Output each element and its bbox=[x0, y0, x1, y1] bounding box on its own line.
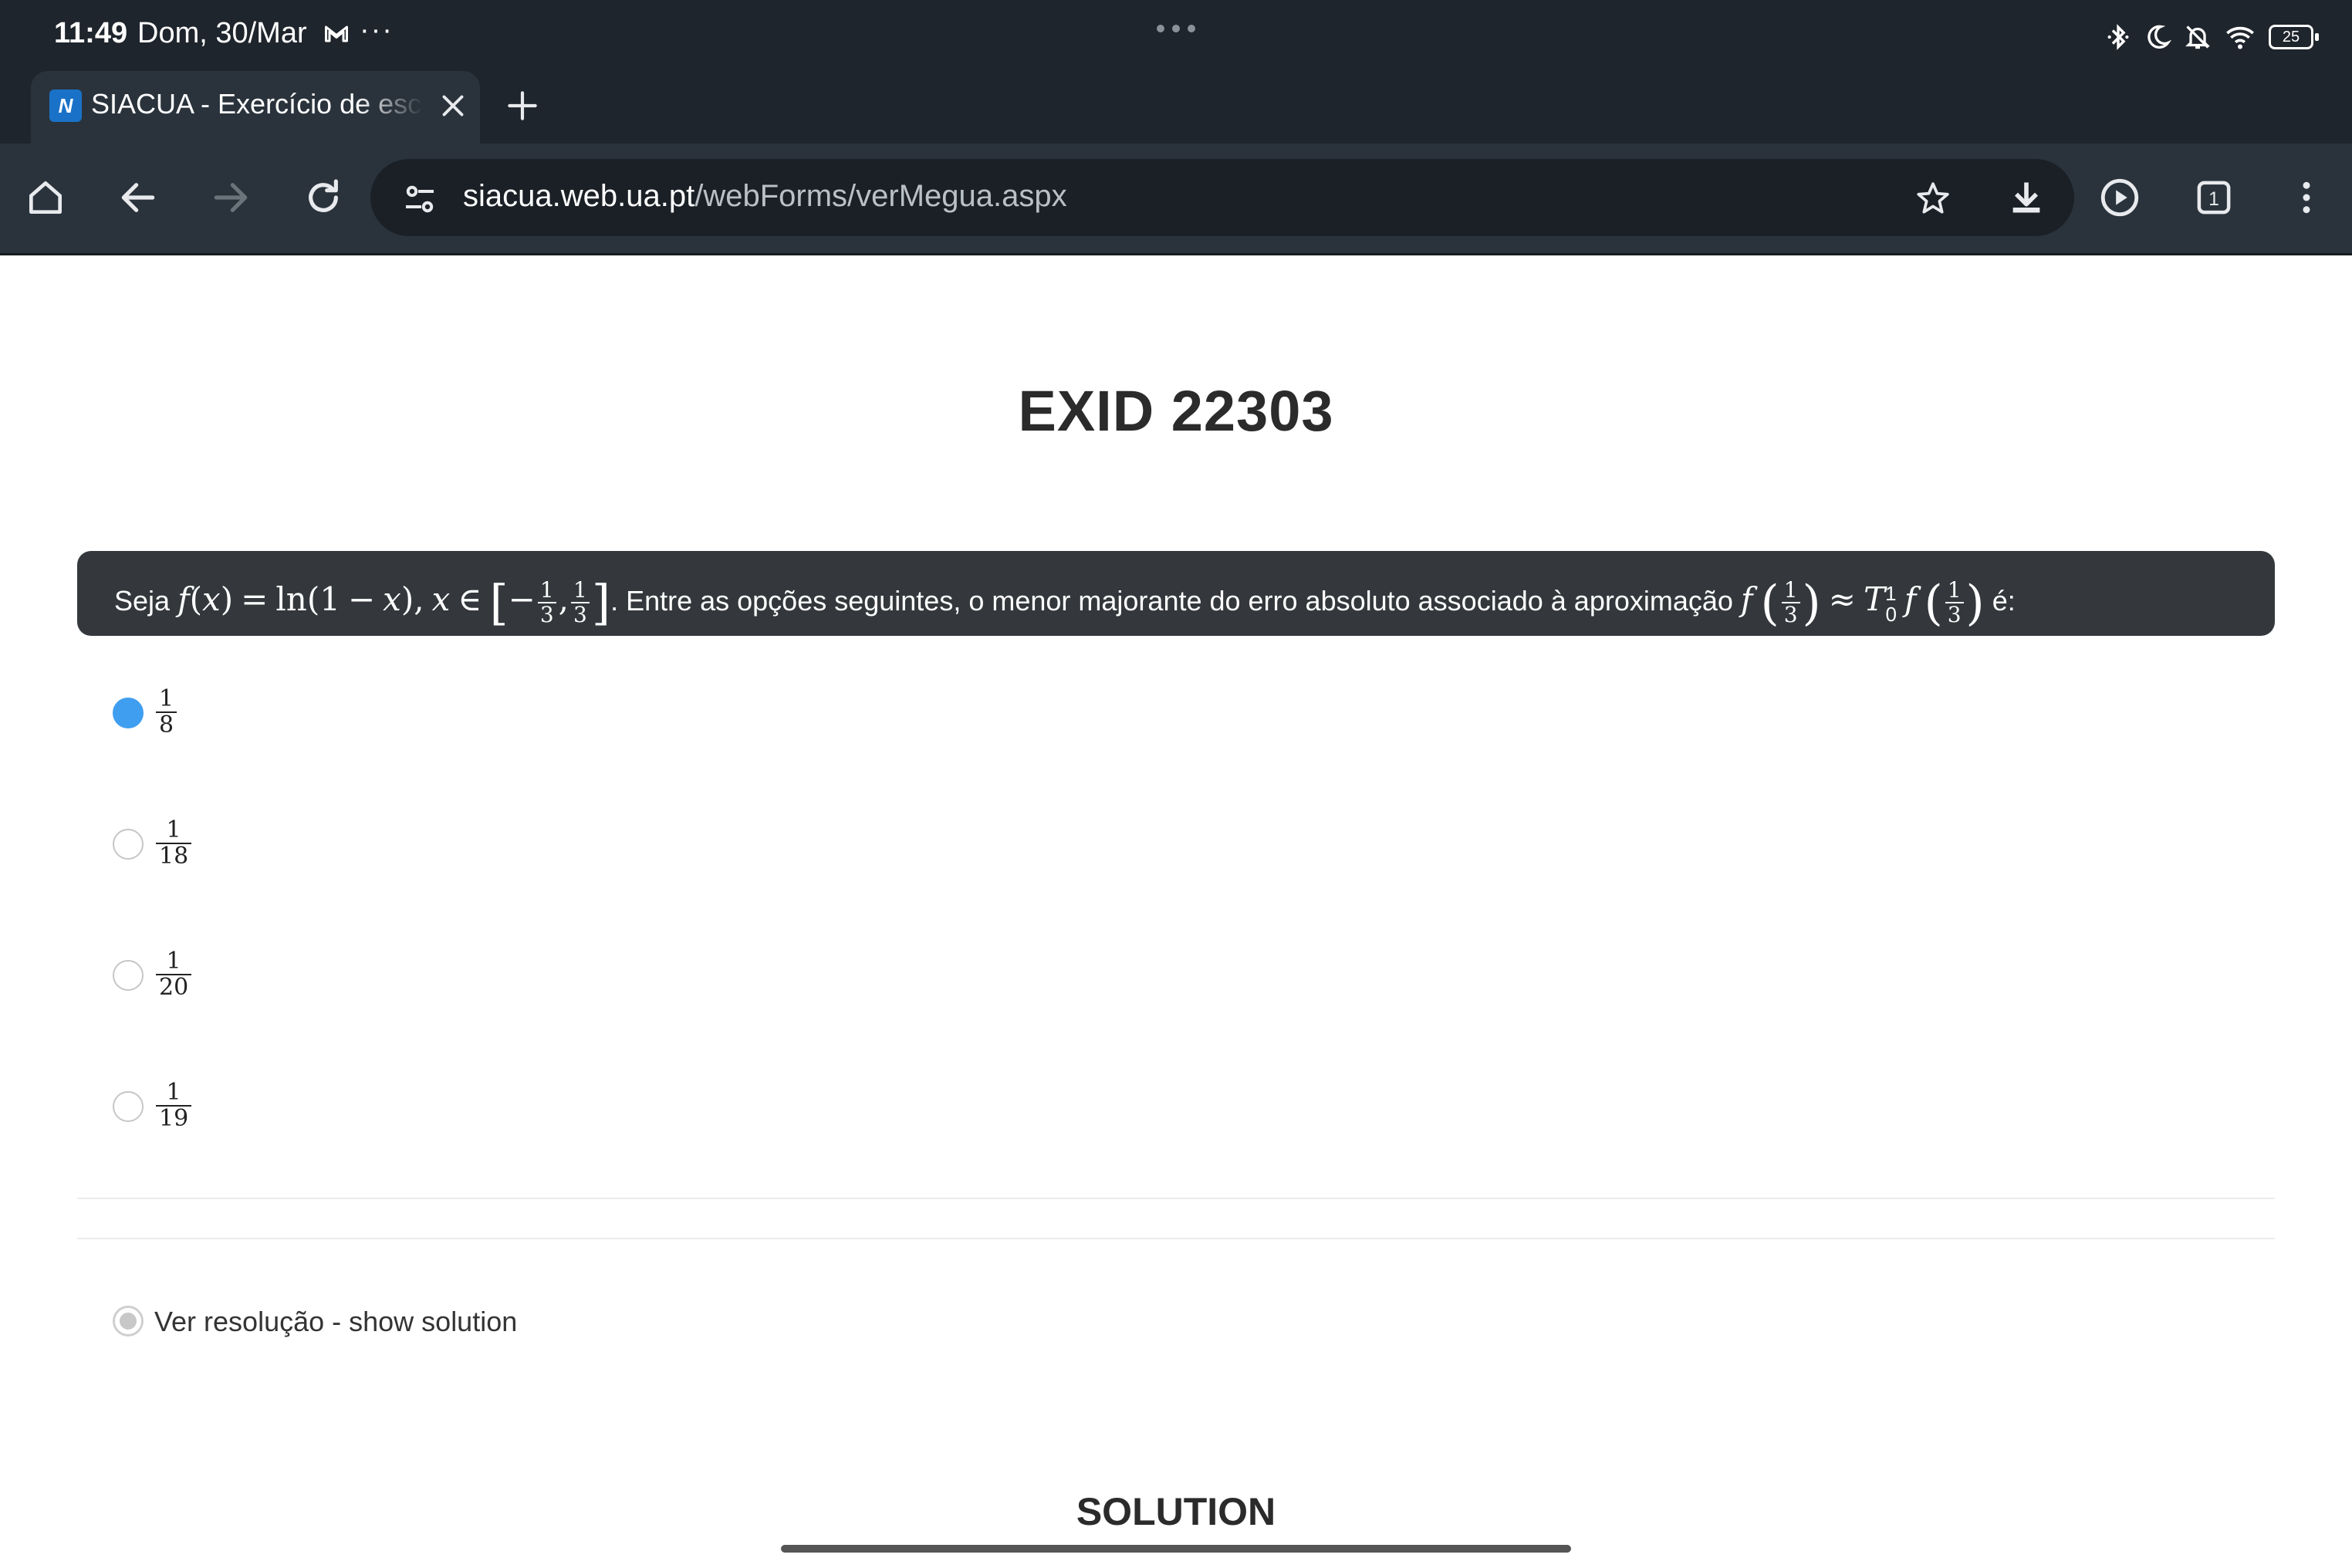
forward-button[interactable] bbox=[204, 171, 258, 225]
tab-title: SIACUA - Exercício de escolha múltipla bbox=[91, 88, 423, 120]
question-seja: Seja bbox=[114, 585, 171, 617]
status-time: 11:49 bbox=[54, 17, 128, 49]
reload-icon bbox=[309, 179, 338, 212]
tab-switcher-button[interactable]: 1 bbox=[2187, 171, 2241, 225]
fraction: 13 bbox=[571, 579, 590, 627]
status-bar: 11:49 Dom, 30/Mar ··· 25 bbox=[0, 0, 2352, 71]
siacua-favicon-icon: N bbox=[49, 90, 82, 122]
option-1[interactable]: 18 bbox=[113, 682, 576, 752]
solution-heading: SOLUTION bbox=[1076, 1490, 1276, 1533]
show-solution-label[interactable]: Ver resolução - show solution bbox=[154, 1306, 517, 1338]
fraction: 13 bbox=[1945, 579, 1964, 627]
option-3[interactable]: 1 20 bbox=[113, 945, 576, 1014]
option-fraction: 1 20 bbox=[156, 949, 192, 1000]
option-radio[interactable] bbox=[113, 829, 144, 860]
question-text: . Entre as opções seguintes, o menor maj… bbox=[610, 585, 1733, 617]
home-icon bbox=[29, 181, 62, 214]
option-fraction: 1 19 bbox=[156, 1080, 192, 1131]
play-button[interactable] bbox=[2093, 171, 2147, 225]
tab-siacua[interactable]: N SIACUA - Exercício de escolha múltipla bbox=[31, 71, 480, 144]
option-4[interactable]: 1 19 bbox=[113, 1076, 576, 1145]
option-fraction: 1 18 bbox=[156, 818, 192, 869]
divider bbox=[77, 1238, 2275, 1239]
browser-toolbar: siacua.web.ua.pt/webForms/verMegua.aspx … bbox=[0, 144, 2352, 255]
wifi-icon bbox=[2226, 26, 2254, 49]
show-solution-radio[interactable] bbox=[113, 1306, 144, 1337]
tab-strip: N SIACUA - Exercício de escolha múltipla bbox=[0, 71, 2352, 144]
url-text[interactable]: siacua.web.ua.pt/webForms/verMegua.aspx bbox=[463, 179, 1067, 214]
option-fraction: 18 bbox=[156, 687, 177, 738]
close-tab-icon[interactable] bbox=[435, 88, 471, 123]
new-tab-icon[interactable] bbox=[503, 86, 542, 125]
url-path: /webForms/verMegua.aspx bbox=[694, 179, 1067, 213]
back-button[interactable] bbox=[111, 171, 165, 225]
page-title: EXID 22303 bbox=[1018, 379, 1334, 443]
fraction: 13 bbox=[1781, 579, 1800, 627]
url-domain: siacua.web.ua.pt bbox=[463, 179, 695, 213]
arrow-left-icon bbox=[121, 183, 155, 212]
site-settings-icon[interactable] bbox=[401, 181, 438, 218]
tab-count-icon: 1 bbox=[2197, 181, 2231, 215]
option-radio-selected[interactable] bbox=[113, 698, 144, 728]
show-solution-option[interactable]: Ver resolução - show solution bbox=[113, 1304, 884, 1350]
status-icons: 25 bbox=[2105, 20, 2319, 54]
bookmark-star-icon[interactable] bbox=[1914, 179, 1952, 218]
bell-off-icon bbox=[2185, 25, 2210, 49]
home-indicator[interactable] bbox=[781, 1545, 1571, 1553]
option-radio[interactable] bbox=[113, 1091, 144, 1122]
play-circle-icon bbox=[2100, 178, 2139, 217]
status-overflow: ··· bbox=[360, 14, 394, 46]
download-icon[interactable] bbox=[2006, 177, 2046, 218]
reload-button[interactable] bbox=[296, 171, 350, 225]
moon-icon bbox=[2148, 25, 2171, 49]
fraction: 13 bbox=[537, 579, 556, 627]
tab-count: 1 bbox=[2208, 189, 2219, 210]
status-date: Dom, 30/Mar bbox=[137, 17, 307, 49]
question-box: Seja f(x) = ln(1 − x), x ∈ [− 1 3, 1 3]. Ent… bbox=[77, 551, 2275, 636]
bluetooth-icon bbox=[2107, 24, 2129, 50]
divider bbox=[77, 1198, 2275, 1199]
question-end: é: bbox=[1992, 585, 2016, 617]
drag-handle-icon[interactable] bbox=[1154, 23, 1198, 34]
home-button[interactable] bbox=[19, 171, 73, 225]
menu-button[interactable] bbox=[2279, 171, 2333, 225]
more-vert-icon bbox=[2303, 181, 2310, 214]
option-radio[interactable] bbox=[113, 960, 144, 991]
option-2[interactable]: 1 18 bbox=[113, 813, 576, 883]
address-bar[interactable]: siacua.web.ua.pt/webForms/verMegua.aspx bbox=[370, 159, 2074, 236]
gmail-icon bbox=[325, 25, 348, 42]
battery-icon: 25 bbox=[2269, 25, 2319, 49]
arrow-right-icon bbox=[214, 183, 248, 212]
